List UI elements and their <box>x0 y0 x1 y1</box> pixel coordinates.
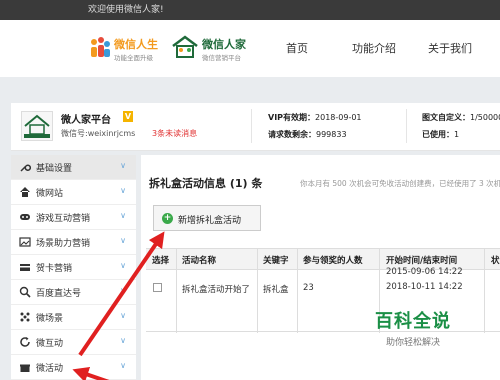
sidebar-item-label: 场景助力营销 <box>36 239 91 249</box>
house-logo-icon <box>172 35 198 58</box>
cell-start-time: 2015-09-06 14:22 <box>386 267 463 277</box>
chevron-down-icon: ∨ <box>120 311 126 320</box>
avatar <box>21 111 53 141</box>
logo1-title: 微信人生 <box>114 38 158 51</box>
sidebar-item-label: 百度直达号 <box>36 289 82 299</box>
welcome-text: 欢迎使用微信人家! <box>88 5 164 15</box>
col-start-end-time: 开始时间/结束时间 <box>386 256 458 266</box>
custom-articles: 图文自定义：1/50000 <box>422 113 500 122</box>
chevron-down-icon: ∨ <box>120 236 126 245</box>
cell-activity-name[interactable]: 拆礼盒活动开始了 <box>182 283 250 295</box>
watermark-subtitle: 助你轻松解决 <box>385 338 440 348</box>
refresh-icon <box>20 337 30 347</box>
search-icon <box>19 286 31 298</box>
card-icon <box>20 264 30 271</box>
account-panel: 微人家平台 V 微信号:weixinrjcms 3条未读消息 VIP有效期：20… <box>11 103 500 151</box>
cell-keyword: 拆礼盒 <box>263 285 289 295</box>
people-logo-icon <box>91 37 110 57</box>
chevron-down-icon: ∨ <box>120 161 126 170</box>
sidebar-item-label: 微活动 <box>36 364 64 374</box>
image-icon <box>19 237 31 247</box>
sidebar-item-micro-activity[interactable]: 微活动 ∨ <box>11 355 136 380</box>
sidebar-item-label: 贺卡营销 <box>36 264 73 274</box>
account-name: 微人家平台 <box>61 115 111 126</box>
divider <box>251 109 252 143</box>
nav-features[interactable]: 功能介绍 <box>352 40 396 56</box>
logo1-subtitle: 功能全面升级 <box>114 54 153 62</box>
col-activity-name: 活动名称 <box>182 256 217 266</box>
add-button-label: 新增拆礼盒活动 <box>178 216 242 226</box>
sidebar-item-micro-scene[interactable]: 微场景 ∨ <box>11 305 136 330</box>
top-welcome-bar: 欢迎使用微信人家! <box>0 0 500 20</box>
header: 微信人生 功能全面升级 微信人家 微信营销平台 首页 功能介绍 关于我们 <box>0 20 500 77</box>
col-status: 状 <box>491 256 500 266</box>
logo2-title: 微信人家 <box>202 38 246 51</box>
sidebar-item-scene-marketing[interactable]: 场景助力营销 ∨ <box>11 230 136 255</box>
sidebar-item-micro-interaction[interactable]: 微互动 ∨ <box>11 330 136 355</box>
col-participants: 参与领奖的人数 <box>303 256 363 266</box>
sidebar: 基础设置 ∨ 微网站 ∨ 游戏互动营销 ∨ 场景助力营销 ∨ 贺卡营销 ∨ 百度… <box>11 155 136 380</box>
sidebar-item-label: 基础设置 <box>36 164 73 174</box>
logo2-subtitle: 微信营销平台 <box>202 54 241 62</box>
logo-weixin-rensheng[interactable]: 微信人生 功能全面升级 <box>88 30 170 66</box>
chevron-down-icon: ∨ <box>120 286 126 295</box>
cell-participants: 23 <box>303 283 314 293</box>
home-icon <box>20 187 30 197</box>
col-select: 选择 <box>152 256 170 266</box>
nav-about[interactable]: 关于我们 <box>428 40 472 56</box>
scene-icon <box>20 312 30 322</box>
sidebar-item-label: 微互动 <box>36 339 64 349</box>
chevron-down-icon: ∨ <box>120 186 126 195</box>
chevron-down-icon: ∨ <box>120 261 126 270</box>
watermark: 百科全说 助你轻松解决 <box>368 307 458 348</box>
gamepad-icon <box>20 214 30 220</box>
add-gift-box-activity-button[interactable]: + 新增拆礼盒活动 <box>153 205 261 231</box>
unread-messages-link[interactable]: 3条未读消息 <box>152 128 197 139</box>
sidebar-item-label: 游戏互动营销 <box>36 214 91 224</box>
sidebar-item-basic-settings[interactable]: 基础设置 ∨ <box>11 155 136 180</box>
verified-badge: V <box>123 111 133 122</box>
divider <box>406 109 407 143</box>
sidebar-item-label: 微场景 <box>36 314 64 324</box>
used-count: 已使用：1 <box>422 130 460 139</box>
chevron-down-icon: ∨ <box>120 361 126 370</box>
logo-weixin-renjia[interactable]: 微信人家 微信营销平台 <box>170 30 270 66</box>
nav-home[interactable]: 首页 <box>286 40 308 56</box>
cell-end-time: 2018-10-11 14:22 <box>386 282 463 292</box>
usage-hint: 你本月有 500 次机会可免收活动创建费，已经使用了 3 次机 <box>300 179 500 188</box>
row-checkbox[interactable] <box>153 283 162 292</box>
wechat-id: 微信号:weixinrjcms <box>61 129 136 138</box>
sidebar-item-label: 微网站 <box>36 189 64 199</box>
sidebar-item-baidu-direct[interactable]: 百度直达号 ∨ <box>11 280 136 305</box>
chevron-down-icon: ∨ <box>120 336 126 345</box>
sidebar-item-micro-site[interactable]: 微网站 ∨ <box>11 180 136 205</box>
chevron-down-icon: ∨ <box>120 211 126 220</box>
account-logo-icon <box>24 114 50 138</box>
plus-icon: + <box>162 213 173 224</box>
watermark-title: 百科全说 <box>375 311 451 332</box>
requests-remaining: 请求数剩余：999833 <box>268 130 347 139</box>
col-keyword: 关键字 <box>263 256 289 266</box>
page-title: 拆礼盒活动信息 (1) 条 <box>149 177 263 190</box>
gift-icon <box>20 364 30 372</box>
sidebar-item-game-marketing[interactable]: 游戏互动营销 ∨ <box>11 205 136 230</box>
wrench-icon <box>20 164 31 172</box>
vip-expiry: VIP有效期：2018-09-01 <box>268 113 362 122</box>
sidebar-item-greeting-card[interactable]: 贺卡营销 ∨ <box>11 255 136 280</box>
